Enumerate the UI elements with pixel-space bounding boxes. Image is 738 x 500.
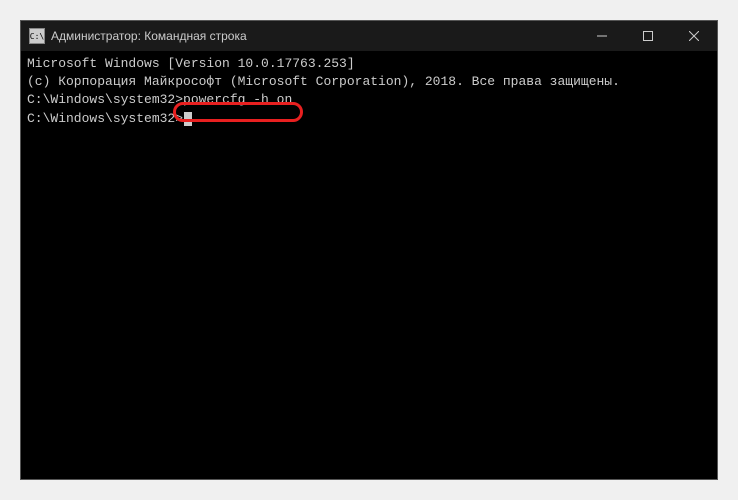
prompt-line: C:\Windows\system32> (27, 110, 711, 128)
window-title: Администратор: Командная строка (51, 29, 579, 43)
close-button[interactable] (671, 21, 717, 51)
minimize-button[interactable] (579, 21, 625, 51)
entered-command: powercfg -h on (183, 92, 292, 107)
cmd-icon: C:\ (29, 28, 45, 44)
output-line: (c) Корпорация Майкрософт (Microsoft Cor… (27, 73, 711, 91)
command-prompt-window: C:\ Администратор: Командная строка Micr… (20, 20, 718, 480)
window-controls (579, 21, 717, 51)
cursor (184, 112, 192, 126)
maximize-button[interactable] (625, 21, 671, 51)
output-line: Microsoft Windows [Version 10.0.17763.25… (27, 55, 711, 73)
terminal-output[interactable]: Microsoft Windows [Version 10.0.17763.25… (21, 51, 717, 479)
prompt-path: C:\Windows\system32> (27, 111, 183, 126)
titlebar[interactable]: C:\ Администратор: Командная строка (21, 21, 717, 51)
prompt-line: C:\Windows\system32>powercfg -h on (27, 91, 711, 109)
cmd-icon-text: C:\ (30, 32, 44, 41)
prompt-path: C:\Windows\system32> (27, 92, 183, 107)
